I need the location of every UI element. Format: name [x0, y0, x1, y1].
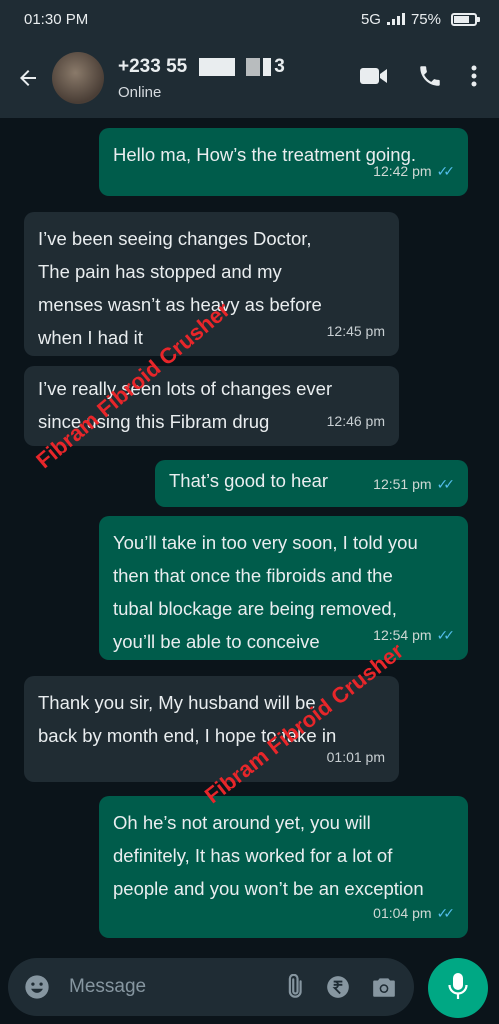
redaction-block [246, 57, 261, 76]
message-outgoing[interactable]: Oh he’s not around yet, you will definit… [99, 796, 468, 938]
message-line: then that once the fibroids and the [113, 565, 393, 586]
battery-icon [451, 12, 480, 26]
message-line: definitely, It has worked for a lot of [113, 845, 393, 866]
more-options-icon[interactable] [471, 64, 477, 93]
chat-header: +233 5 5 3 Online [0, 38, 499, 118]
message-time: 12:42 pm [373, 163, 432, 179]
attach-icon[interactable] [274, 967, 314, 1007]
message-outgoing[interactable]: That’s good to hear 12:51 pm ✓✓ [155, 460, 468, 507]
redaction-block [199, 57, 236, 76]
redaction-block [263, 57, 272, 76]
message-input[interactable]: Message [69, 976, 274, 998]
read-receipt-icon: ✓✓ [436, 163, 456, 179]
rupee-payment-icon[interactable] [318, 967, 358, 1007]
message-time: 01:01 pm [326, 749, 385, 765]
message-time: 12:46 pm [326, 413, 385, 429]
message-time: 01:04 pm [373, 905, 432, 921]
header-actions [359, 63, 477, 94]
contact-info[interactable]: +233 5 5 3 Online [118, 56, 359, 101]
contact-number: +233 5 5 3 [118, 56, 359, 78]
message-line: The pain has stopped and my [38, 261, 282, 282]
avatar[interactable] [52, 52, 104, 104]
battery-percent: 75% [410, 10, 441, 28]
composer-bar: Message [0, 950, 499, 1024]
contact-number-suffix: 3 [274, 55, 285, 77]
contact-number-mid: 5 [176, 55, 188, 77]
status-time: 01:30 PM [24, 10, 89, 28]
message-list[interactable]: Hello ma, How’s the treatment going. 12:… [0, 118, 499, 950]
back-arrow-icon[interactable] [6, 56, 50, 100]
message-line: Oh he’s not around yet, you will [113, 812, 371, 833]
mic-icon [446, 971, 470, 1006]
message-time: 12:51 pm [373, 476, 432, 492]
read-receipt-icon: ✓✓ [436, 627, 456, 643]
message-line: You’ll take in too very soon, I told you [113, 532, 418, 553]
video-call-icon[interactable] [359, 65, 389, 92]
signal-icon [386, 13, 405, 25]
camera-icon[interactable] [364, 967, 404, 1007]
voice-call-icon[interactable] [417, 63, 443, 94]
read-receipt-icon: ✓✓ [436, 476, 456, 492]
message-time: 12:45 pm [326, 323, 385, 339]
network-label: 5G [360, 10, 381, 28]
message-outgoing[interactable]: You’ll take in too very soon, I told you… [99, 516, 468, 660]
message-line: I’ve really seen lots of changes ever [38, 378, 333, 399]
message-outgoing[interactable]: Hello ma, How’s the treatment going. 12:… [99, 128, 468, 196]
read-receipt-icon: ✓✓ [436, 905, 456, 921]
message-line: I’ve been seeing changes Doctor, [38, 228, 312, 249]
mic-button[interactable] [428, 958, 488, 1018]
message-input-box[interactable]: Message [8, 958, 414, 1016]
status-indicators: 5G 75% [360, 10, 480, 28]
status-bar: 01:30 PM 5G 75% [0, 0, 499, 38]
presence-status: Online [118, 83, 162, 101]
emoji-icon[interactable] [17, 967, 57, 1007]
contact-number-prefix: +233 5 [118, 55, 177, 77]
